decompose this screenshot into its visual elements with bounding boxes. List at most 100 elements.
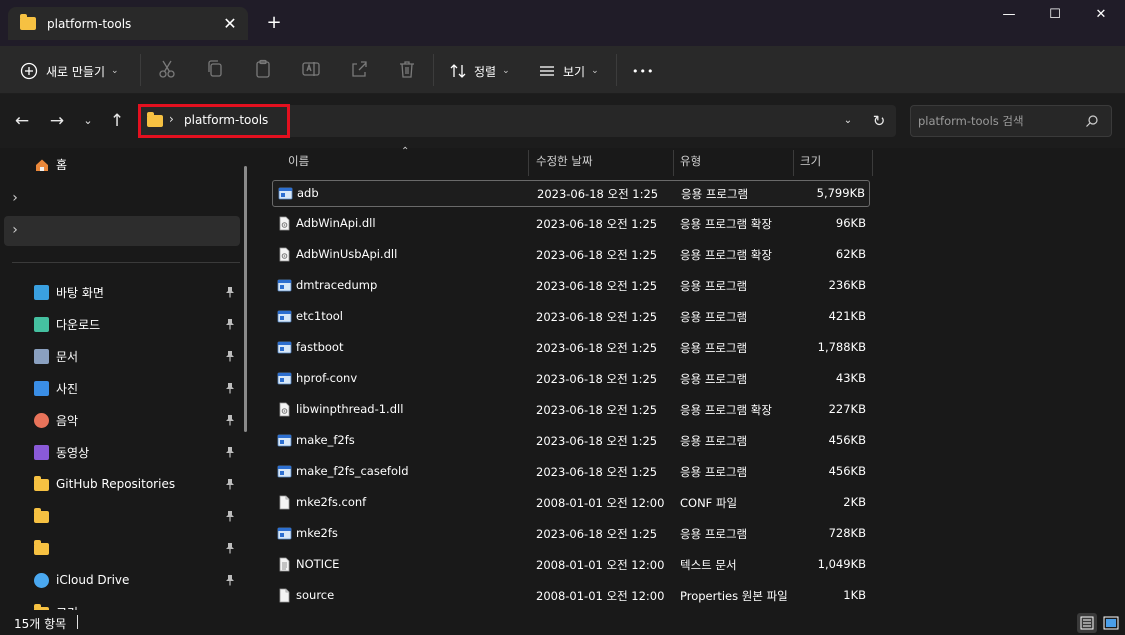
share-icon[interactable] [348,58,370,80]
delete-icon[interactable] [396,58,418,80]
file-type: 응용 프로그램 [680,341,748,355]
column-divider[interactable] [673,150,674,176]
file-name: AdbWinUsbApi.dll [296,247,398,261]
details-view-icon[interactable] [1077,613,1097,633]
column-divider[interactable] [528,150,529,176]
sidebar-item[interactable]: 사진 [34,376,239,400]
file-row[interactable]: NOTICE 2008-01-01 오전 12:00 텍스트 문서 1,049KB [272,552,870,579]
file-date-modified: 2023-06-18 오전 1:25 [536,248,658,262]
file-icon [279,495,290,510]
sidebar-item[interactable]: 크리 [34,600,239,610]
file-row[interactable]: source 2008-01-01 오전 12:00 Properties 원본 파… [272,583,870,610]
sort-button[interactable]: 정렬 ⌄ [449,56,510,86]
view-button[interactable]: 보기 ⌄ [538,56,599,86]
sidebar-item[interactable]: 동영상 [34,440,239,464]
file-name: NOTICE [296,557,340,571]
search-box[interactable] [910,105,1112,137]
search-input[interactable] [918,112,1078,130]
column-divider[interactable] [793,150,794,176]
file-row[interactable]: hprof-conv 2023-06-18 오전 1:25 응용 프로그램 43KB [272,366,870,393]
file-date-modified: 2023-06-18 오전 1:25 [536,434,658,448]
copy-icon[interactable] [204,58,226,80]
file-row[interactable]: make_f2fs 2023-06-18 오전 1:25 응용 프로그램 456KB [272,428,870,455]
file-size: 43KB [835,371,866,385]
column-divider[interactable] [872,150,873,176]
address-history-chevron-icon[interactable]: ⌄ [838,111,858,131]
sidebar-item-home[interactable]: 홈 [34,156,67,173]
dll-file-icon [279,216,290,231]
refresh-icon[interactable]: ↻ [868,110,890,132]
dll-file-icon [279,402,290,417]
file-row[interactable]: mke2fs 2023-06-18 오전 1:25 응용 프로그램 728KB [272,521,870,548]
new-button[interactable]: 새로 만들기 ⌄ [20,56,119,86]
file-name: adb [297,186,319,200]
file-row[interactable]: fastboot 2023-06-18 오전 1:25 응용 프로그램 1,788KB [272,335,870,362]
file-row[interactable]: mke2fs.conf 2008-01-01 오전 12:00 CONF 파일 2KB [272,490,870,517]
tab-platform-tools[interactable]: platform-tools ✕ [8,7,248,40]
file-row[interactable]: etc1tool 2023-06-18 오전 1:25 응용 프로그램 421KB [272,304,870,331]
file-date-modified: 2023-06-18 오전 1:25 [536,403,658,417]
file-date-modified: 2023-06-18 오전 1:25 [536,341,658,355]
file-row[interactable]: AdbWinApi.dll 2023-06-18 오전 1:25 응용 프로그램 확… [272,211,870,238]
file-row[interactable]: make_f2fs_casefold 2023-06-18 오전 1:25 응용 프… [272,459,870,486]
pin-icon [226,351,234,362]
file-size: 96KB [835,216,866,230]
status-divider [77,615,78,629]
title-bar: platform-tools ✕ + — ☐ ✕ [0,0,1125,46]
large-icons-view-icon[interactable] [1101,613,1121,633]
search-icon[interactable] [1085,114,1099,128]
expand-chevron-icon[interactable]: › [4,216,26,244]
sidebar-selected-item[interactable] [4,216,240,246]
close-tab-button[interactable]: ✕ [220,14,240,34]
minimize-button[interactable]: — [986,0,1032,30]
recent-locations-chevron-icon[interactable]: ⌄ [77,110,99,132]
pin-icon [226,575,234,586]
file-size: 456KB [828,433,866,447]
column-header-type[interactable]: 유형 [680,148,701,176]
column-header-date[interactable]: 수정한 날짜 [536,148,593,176]
file-row[interactable]: adb 2023-06-18 오전 1:25 응용 프로그램 5,799KB [272,180,870,207]
file-row[interactable]: libwinpthread-1.dll 2023-06-18 오전 1:25 응용 … [272,397,870,424]
sidebar-item-label: 문서 [56,349,79,364]
sidebar-item[interactable]: 음악 [34,408,239,432]
sidebar-item[interactable]: 다운로드 [34,312,239,336]
file-type: 응용 프로그램 [680,527,748,541]
application-icon [277,341,292,354]
sidebar-item[interactable]: 문서 [34,344,239,368]
sidebar-item[interactable] [34,536,239,560]
sidebar-item-label: 홈 [56,158,68,172]
rename-icon[interactable] [300,58,322,80]
back-arrow-icon[interactable]: ← [11,110,33,132]
chevron-down-icon: ⌄ [591,66,599,76]
new-tab-button[interactable]: + [263,12,285,34]
forward-arrow-icon[interactable]: → [46,110,68,132]
column-header-size[interactable]: 크기 [800,148,821,176]
paste-icon[interactable] [252,58,274,80]
maximize-button[interactable]: ☐ [1032,0,1078,30]
column-header-name[interactable]: 이름 [288,148,309,176]
pin-icon [226,319,234,330]
file-name: source [296,588,335,602]
sidebar-item-label: iCloud Drive [56,573,130,587]
more-options-button[interactable]: ••• [632,56,654,86]
application-icon [277,372,292,385]
address-bar[interactable]: › platform-tools ⌄ ↻ [138,104,896,138]
file-row[interactable]: AdbWinUsbApi.dll 2023-06-18 오전 1:25 응용 프로그… [272,242,870,269]
expand-chevron-icon[interactable]: › [4,184,26,212]
file-size: 62KB [835,247,866,261]
sidebar-item[interactable]: GitHub Repositories [34,472,239,496]
sidebar-scrollbar[interactable] [244,166,247,432]
cut-icon[interactable] [156,58,178,80]
file-size: 5,799KB [816,186,865,200]
file-row[interactable]: dmtracedump 2023-06-18 오전 1:25 응용 프로그램 236K… [272,273,870,300]
up-arrow-icon[interactable]: ↑ [106,110,128,132]
sidebar-item[interactable] [34,504,239,528]
sidebar-item[interactable]: 바탕 화면 [34,280,239,304]
folder-icon [34,540,49,555]
sidebar-item[interactable]: iCloud Drive [34,568,239,592]
file-name: mke2fs.conf [296,495,367,509]
file-icon [279,588,290,603]
file-date-modified: 2008-01-01 오전 12:00 [536,496,665,510]
plus-circle-icon [20,62,38,80]
close-window-button[interactable]: ✕ [1078,0,1124,30]
